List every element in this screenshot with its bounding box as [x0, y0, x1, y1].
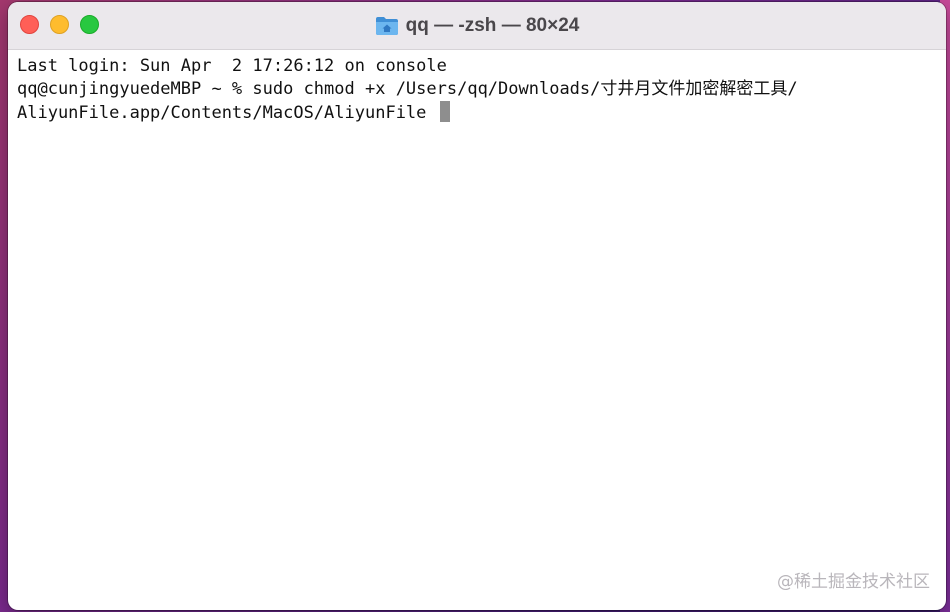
window-controls: [20, 15, 99, 34]
terminal-window: qq — -zsh — 80×24 Last login: Sun Apr 2 …: [8, 2, 946, 610]
title-bar[interactable]: qq — -zsh — 80×24: [8, 2, 946, 50]
watermark: @稀土掘金技术社区: [777, 572, 930, 592]
close-window-button[interactable]: [20, 15, 39, 34]
terminal-line: qq@cunjingyuedeMBP ~ % sudo chmod +x /Us…: [17, 79, 798, 99]
terminal-line: Last login: Sun Apr 2 17:26:12 on consol…: [17, 56, 447, 76]
window-title-group: qq — -zsh — 80×24: [375, 14, 580, 37]
zoom-window-button[interactable]: [80, 15, 99, 34]
command-continuation: AliyunFile.app/Contents/MacOS/AliyunFile: [17, 103, 437, 123]
text-cursor: [439, 101, 450, 122]
terminal-output[interactable]: Last login: Sun Apr 2 17:26:12 on consol…: [8, 50, 946, 129]
terminal-line-current: AliyunFile.app/Contents/MacOS/AliyunFile: [17, 101, 937, 124]
home-folder-icon: [375, 16, 399, 36]
minimize-window-button[interactable]: [50, 15, 69, 34]
window-title: qq — -zsh — 80×24: [405, 14, 580, 36]
